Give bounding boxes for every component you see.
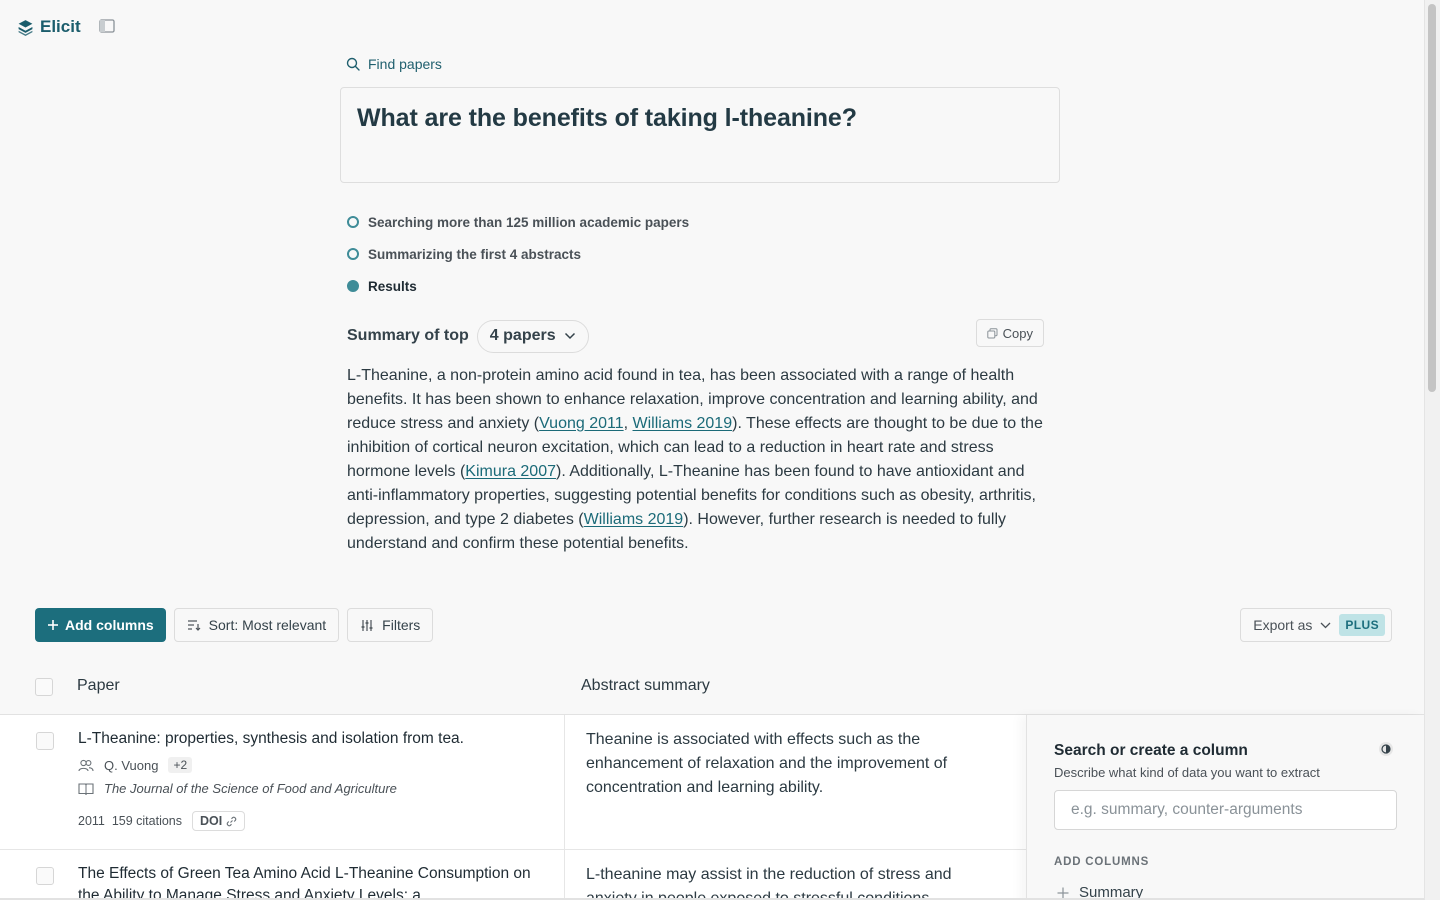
- citation-link[interactable]: Vuong 2011: [539, 415, 624, 432]
- results-table-header: Paper Abstract summary: [0, 668, 1424, 715]
- column-divider: [564, 715, 565, 849]
- more-authors-badge[interactable]: +2: [168, 757, 193, 773]
- doi-link[interactable]: DOI: [192, 811, 246, 831]
- summary-header: Summary of top 4 papers Copy: [347, 319, 1044, 353]
- step-circle-icon: [347, 216, 359, 228]
- authors-icon: [78, 759, 94, 771]
- book-icon: [78, 783, 94, 795]
- column-divider: [564, 850, 565, 900]
- find-papers-label: Find papers: [368, 56, 442, 72]
- search-icon: [346, 57, 360, 71]
- add-columns-heading: ADD COLUMNS: [1054, 856, 1150, 868]
- step-label: Searching more than 125 million academic…: [368, 214, 690, 230]
- abstract-summary: L-theanine may assist in the reduction o…: [586, 866, 952, 900]
- row-checkbox[interactable]: [36, 867, 54, 885]
- contrast-icon[interactable]: [1378, 741, 1394, 757]
- summary-text: L-Theanine, a non-protein amino acid fou…: [347, 364, 1047, 556]
- row-checkbox[interactable]: [36, 732, 54, 750]
- summary-label: Summary of top: [347, 327, 469, 344]
- step-searching: Searching more than 125 million academic…: [347, 206, 689, 238]
- progress-steps: Searching more than 125 million academic…: [347, 206, 689, 302]
- doi-label: DOI: [200, 814, 223, 828]
- link-icon: [226, 816, 237, 826]
- filters-label: Filters: [382, 617, 421, 633]
- step-filled-circle-icon: [347, 280, 359, 292]
- app-name: Elicit: [40, 17, 81, 36]
- add-columns-label: Add columns: [65, 617, 154, 633]
- chevron-down-icon: [1320, 622, 1331, 628]
- step-summarizing: Summarizing the first 4 abstracts: [347, 238, 689, 270]
- select-all-checkbox[interactable]: [35, 678, 53, 696]
- copy-button[interactable]: Copy: [975, 319, 1044, 347]
- citation-link[interactable]: Williams 2019: [584, 511, 684, 528]
- papers-count-value: 4 papers: [489, 327, 556, 344]
- step-label: Summarizing the first 4 abstracts: [368, 246, 582, 262]
- results-toolbar: Add columns Sort: Most relevant Filters …: [35, 608, 1392, 642]
- paper-title[interactable]: The Effects of Green Tea Amino Acid L-Th…: [78, 863, 548, 900]
- export-button[interactable]: Export as PLUS: [1240, 608, 1392, 642]
- citation-link[interactable]: Kimura 2007: [465, 463, 556, 480]
- query-input[interactable]: What are the benefits of taking l-theani…: [340, 87, 1060, 183]
- year-citations: 2011 159 citations: [78, 814, 183, 828]
- paper-title[interactable]: L-Theanine: properties, synthesis and is…: [78, 728, 548, 750]
- column-header-paper[interactable]: Paper: [77, 677, 120, 695]
- papers-count-select[interactable]: 4 papers: [476, 319, 589, 353]
- copy-icon: [986, 327, 998, 338]
- elicit-logo-icon: [18, 19, 33, 36]
- plus-icon: [1057, 887, 1069, 898]
- plus-badge: PLUS: [1339, 614, 1385, 636]
- filters-button[interactable]: Filters: [347, 608, 434, 642]
- paper-citations: 2011 159 citations DOI: [78, 811, 246, 831]
- sort-icon: [187, 620, 201, 631]
- column-search-input[interactable]: [1054, 790, 1397, 830]
- column-search-panel: Search or create a column Describe what …: [1026, 715, 1424, 900]
- sort-button[interactable]: Sort: Most relevant: [173, 608, 340, 642]
- sort-label: Sort: Most relevant: [208, 617, 327, 633]
- step-circle-icon: [347, 248, 359, 260]
- panel-title: Search or create a column: [1054, 742, 1248, 759]
- paper-journal: The Journal of the Science of Food and A…: [78, 781, 397, 796]
- author-name: Q. Vuong: [104, 757, 159, 773]
- sliders-icon: [361, 619, 373, 631]
- copy-label: Copy: [1002, 325, 1033, 341]
- step-results: Results: [347, 270, 689, 302]
- sidebar-toggle-icon[interactable]: [99, 19, 115, 33]
- query-text: What are the benefits of taking l-theani…: [357, 104, 857, 132]
- add-columns-button[interactable]: Add columns: [35, 608, 166, 642]
- chevron-down-icon: [564, 332, 575, 340]
- summary-segment: ,: [623, 415, 633, 432]
- column-header-abstract-summary[interactable]: Abstract summary: [581, 677, 710, 695]
- plus-icon: [48, 620, 58, 630]
- panel-subtitle: Describe what kind of data you want to e…: [1054, 765, 1320, 780]
- citation-link[interactable]: Williams 2019: [633, 415, 733, 432]
- export-label: Export as: [1253, 617, 1313, 633]
- abstract-summary: Theanine is associated with effects such…: [586, 731, 948, 796]
- app-logo[interactable]: Elicit: [17, 17, 81, 37]
- journal-name: The Journal of the Science of Food and A…: [104, 781, 397, 796]
- step-label: Results: [368, 278, 417, 294]
- paper-authors: Q. Vuong +2: [78, 757, 193, 773]
- find-papers-link[interactable]: Find papers: [346, 56, 442, 72]
- scrollbar-thumb[interactable]: [1428, 4, 1436, 392]
